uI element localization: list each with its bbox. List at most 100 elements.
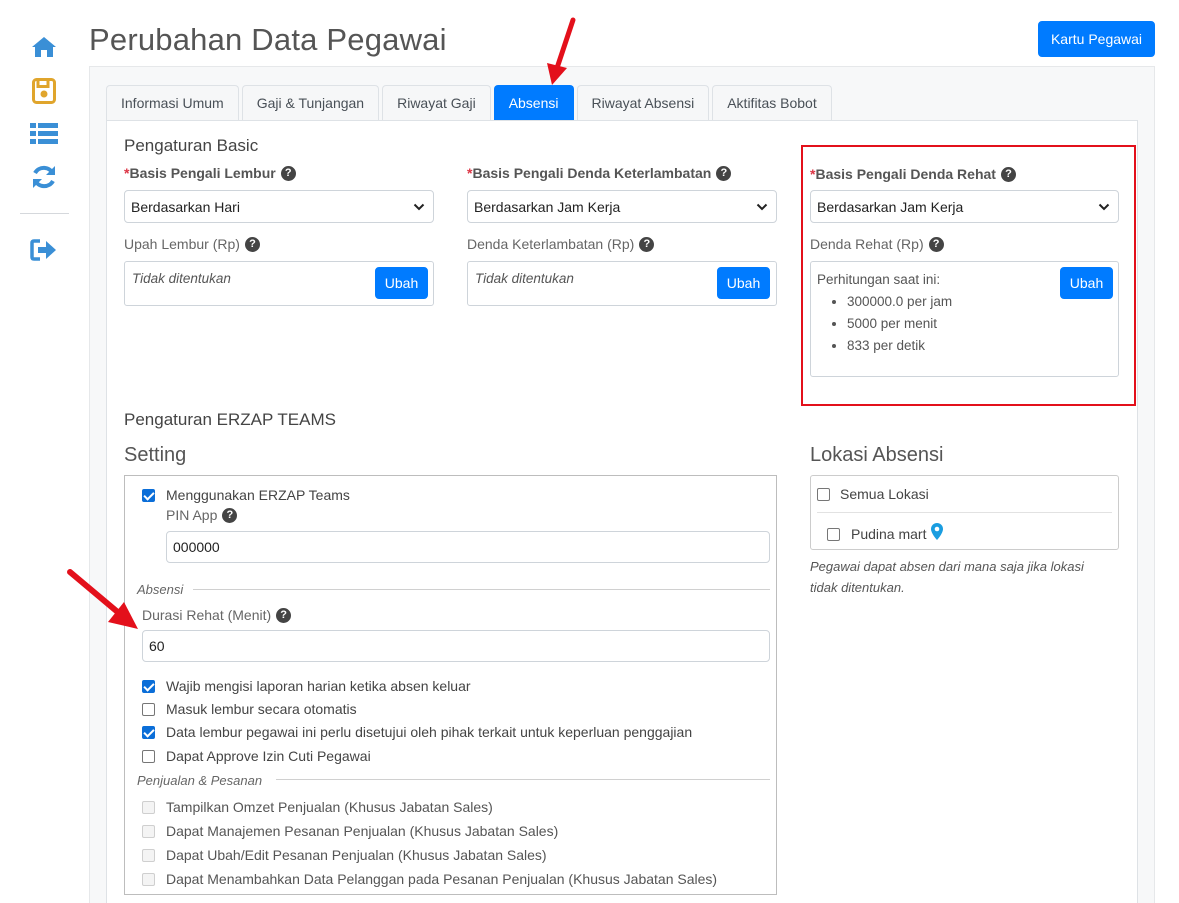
option-checkbox[interactable] — [142, 750, 155, 763]
use-teams-checkbox[interactable] — [142, 489, 155, 502]
semua-lokasi-checkbox[interactable] — [817, 488, 830, 501]
legend-divider — [276, 779, 770, 780]
sidebar-divider — [20, 213, 69, 214]
kartu-pegawai-button[interactable]: Kartu Pegawai — [1038, 21, 1155, 57]
help-icon[interactable]: ? — [1000, 166, 1016, 182]
sales-option-label: Tampilkan Omzet Penjualan (Khusus Jabata… — [166, 799, 493, 815]
tab-informasi-umum[interactable]: Informasi Umum — [106, 85, 239, 120]
rehat-select-value: Berdasarkan Jam Kerja — [817, 198, 964, 215]
tab-riwayat-gaji[interactable]: Riwayat Gaji — [382, 85, 491, 120]
help-icon[interactable]: ? — [276, 607, 292, 623]
option-checkbox[interactable] — [142, 680, 155, 693]
location-checkbox[interactable] — [827, 528, 840, 541]
help-icon[interactable]: ? — [244, 236, 260, 252]
location-label: Pudina mart — [851, 526, 927, 542]
rehat-select[interactable]: Berdasarkan Jam Kerja — [810, 190, 1119, 223]
sidebar — [0, 0, 88, 903]
page-title: Perubahan Data Pegawai — [89, 22, 447, 57]
help-icon[interactable]: ? — [639, 236, 655, 252]
list-icon[interactable] — [28, 119, 60, 147]
option-label: Masuk lembur secara otomatis — [166, 701, 357, 717]
legend-divider — [193, 589, 770, 590]
tab-absensi[interactable]: Absensi — [493, 85, 574, 120]
tab-bar: Informasi Umum Gaji & Tunjangan Riwayat … — [106, 85, 835, 120]
lokasi-title: Lokasi Absensi — [810, 444, 944, 466]
denda-keterlambatan-label: Denda Keterlambatan (Rp)? — [467, 236, 655, 252]
use-teams-label: Menggunakan ERZAP Teams — [166, 487, 350, 503]
keterlambatan-label-text: Basis Pengali Denda Keterlambatan — [472, 165, 712, 181]
setting-title: Setting — [124, 444, 187, 466]
upah-lembur-label-text: Upah Lembur (Rp) — [124, 236, 240, 252]
tab-gaji-tunjangan[interactable]: Gaji & Tunjangan — [241, 85, 380, 120]
sales-option-checkbox — [142, 873, 155, 886]
refresh-icon[interactable] — [28, 163, 60, 191]
denda-rehat-box: Perhitungan saat ini: 300000.0 per jam 5… — [810, 261, 1119, 377]
help-icon[interactable]: ? — [716, 165, 732, 181]
teams-heading: Pengaturan ERZAP TEAMS — [124, 410, 336, 429]
denda-keterlambatan-box: Tidak ditentukan Ubah — [467, 261, 777, 306]
rehat-label-text: Basis Pengali Denda Rehat — [815, 166, 996, 182]
home-icon[interactable] — [28, 33, 60, 61]
durasi-label-text: Durasi Rehat (Menit) — [142, 607, 272, 623]
lokasi-note: Pegawai dapat absen dari mana saja jika … — [810, 559, 1084, 595]
chevron-down-icon — [1098, 203, 1110, 211]
calc-list: 300000.0 per jam 5000 per menit 833 per … — [841, 291, 952, 357]
keterlambatan-label: * Basis Pengali Denda Keterlambatan? — [467, 165, 732, 181]
option-label: Dapat Approve Izin Cuti Pegawai — [166, 748, 371, 764]
sales-option-checkbox — [142, 801, 155, 814]
pin-label: PIN App? — [166, 507, 238, 523]
sales-option-label: Dapat Ubah/Edit Pesanan Penjualan (Khusu… — [166, 847, 547, 863]
help-icon[interactable]: ? — [222, 507, 238, 523]
help-icon[interactable]: ? — [928, 236, 944, 252]
annotation-arrow-icon — [67, 569, 138, 629]
denda-keterlambatan-label-text: Denda Keterlambatan (Rp) — [467, 236, 635, 252]
upah-lembur-value: Tidak ditentukan — [132, 271, 231, 286]
keterlambatan-select[interactable]: Berdasarkan Jam Kerja — [467, 190, 777, 223]
ubah-denda-rehat-button[interactable]: Ubah — [1060, 267, 1113, 299]
sales-option-label: Dapat Manajemen Pesanan Penjualan (Khusu… — [166, 823, 559, 839]
denda-rehat-label: Denda Rehat (Rp)? — [810, 236, 944, 252]
ubah-denda-keterlambatan-button[interactable]: Ubah — [717, 267, 770, 299]
map-marker-icon[interactable] — [931, 523, 943, 540]
sales-option-label: Dapat Menambahkan Data Pelanggan pada Pe… — [166, 871, 718, 887]
penjualan-legend: Penjualan & Pesanan — [137, 773, 263, 788]
lembur-select-value: Berdasarkan Hari — [131, 198, 240, 215]
tab-riwayat-absensi[interactable]: Riwayat Absensi — [576, 85, 710, 120]
lembur-label-text: Basis Pengali Lembur — [129, 165, 276, 181]
help-icon[interactable]: ? — [280, 165, 296, 181]
upah-lembur-label: Upah Lembur (Rp)? — [124, 236, 260, 252]
basic-heading: Pengaturan Basic — [124, 136, 259, 155]
chevron-down-icon — [413, 203, 425, 211]
option-label: Data lembur pegawai ini perlu disetujui … — [166, 724, 693, 740]
sales-option-checkbox — [142, 849, 155, 862]
logout-icon[interactable] — [28, 236, 60, 264]
ubah-upah-lembur-button[interactable]: Ubah — [375, 267, 428, 299]
lembur-label: * Basis Pengali Lembur? — [124, 165, 296, 181]
calc-item: 5000 per menit — [847, 313, 952, 335]
option-checkbox[interactable] — [142, 703, 155, 716]
calc-title: Perhitungan saat ini: — [817, 272, 941, 287]
rehat-label: * Basis Pengali Denda Rehat? — [810, 166, 1016, 182]
calc-item: 300000.0 per jam — [847, 291, 952, 313]
save-icon[interactable] — [28, 77, 60, 105]
semua-lokasi-label: Semua Lokasi — [840, 486, 929, 502]
calc-item: 833 per detik — [847, 335, 952, 357]
durasi-input[interactable]: 60 — [142, 630, 770, 662]
keterlambatan-select-value: Berdasarkan Jam Kerja — [474, 198, 621, 215]
lembur-select[interactable]: Berdasarkan Hari — [124, 190, 434, 223]
sales-option-checkbox — [142, 825, 155, 838]
absensi-legend: Absensi — [137, 582, 184, 597]
lokasi-box: Semua Lokasi Pudina mart — [810, 475, 1119, 550]
denda-keterlambatan-value: Tidak ditentukan — [475, 271, 574, 286]
option-label: Wajib mengisi laporan harian ketika abse… — [166, 678, 471, 694]
chevron-down-icon — [756, 203, 768, 211]
option-checkbox[interactable] — [142, 726, 155, 739]
durasi-label: Durasi Rehat (Menit)? — [142, 607, 292, 623]
tab-aktifitas-bobot[interactable]: Aktifitas Bobot — [712, 85, 832, 120]
lokasi-divider — [817, 512, 1112, 513]
pin-label-text: PIN App — [166, 507, 218, 523]
pin-input[interactable]: 000000 — [166, 531, 770, 563]
upah-lembur-box: Tidak ditentukan Ubah — [124, 261, 434, 306]
annotation-arrow-icon — [547, 17, 576, 85]
denda-rehat-label-text: Denda Rehat (Rp) — [810, 236, 924, 252]
